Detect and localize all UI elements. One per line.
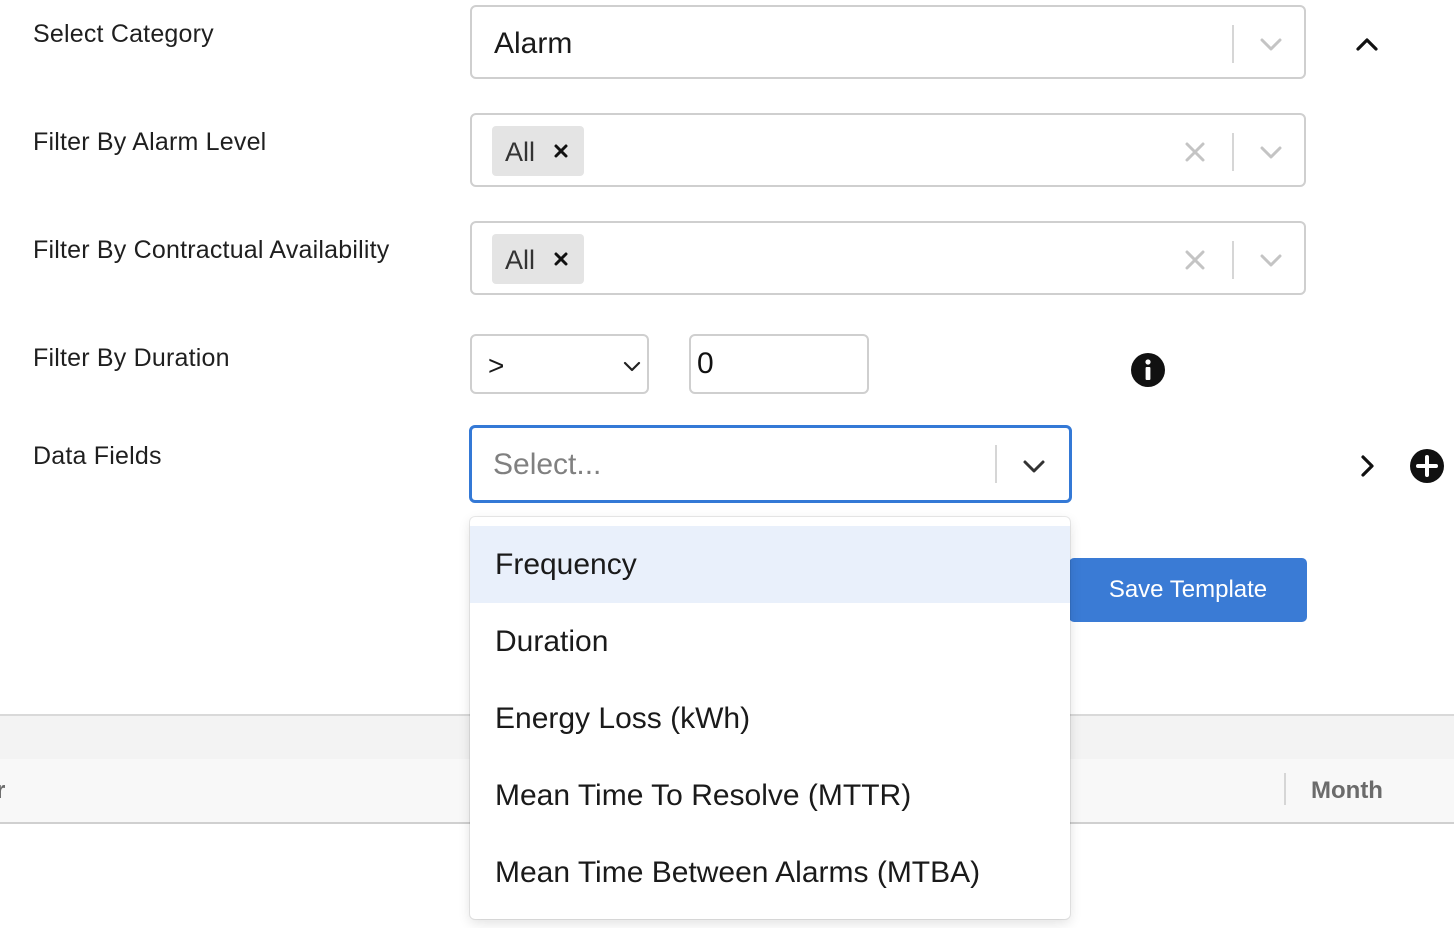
duration-operator-select[interactable]: > [470,334,649,394]
table-column-header[interactable]: r [0,777,5,805]
info-icon[interactable] [1130,352,1166,388]
save-template-button[interactable]: Save Template [1069,558,1307,622]
data-fields-select[interactable]: Select... [469,425,1072,503]
data-fields-label: Data Fields [33,442,162,470]
category-select-separator [1232,25,1234,63]
plus-circle-icon[interactable] [1409,448,1445,484]
remove-chip-icon[interactable] [551,249,571,269]
data-fields-separator [995,445,997,483]
alarm-level-separator [1232,133,1234,171]
chevron-up-icon[interactable] [1354,31,1380,57]
data-fields-placeholder: Select... [493,448,602,481]
duration-operator-value: > [488,350,505,381]
chevron-down-icon[interactable] [1257,246,1285,274]
menu-option-frequency[interactable]: Frequency [470,526,1070,603]
alarm-level-label: Filter By Alarm Level [33,128,267,156]
duration-label: Filter By Duration [33,344,230,372]
data-fields-menu: Frequency Duration Energy Loss (kWh) Mea… [470,517,1070,919]
chevron-down-icon[interactable] [1257,30,1285,58]
menu-option-mttr[interactable]: Mean Time To Resolve (MTTR) [470,757,1070,834]
category-select[interactable]: Alarm [470,5,1306,79]
menu-option-energy-loss[interactable]: Energy Loss (kWh) [470,680,1070,757]
contractual-availability-label: Filter By Contractual Availability [33,236,390,264]
chevron-right-icon[interactable] [1354,453,1380,479]
chevron-down-icon[interactable] [1257,138,1285,166]
contractual-availability-select[interactable]: All [470,221,1306,295]
chevron-down-icon [623,361,641,372]
contractual-availability-chip-label: All [505,245,536,275]
remove-chip-icon[interactable] [551,141,571,161]
alarm-level-chip-label: All [505,137,536,167]
clear-icon[interactable] [1180,137,1210,167]
duration-value-input[interactable] [689,334,869,394]
alarm-level-chip: All [492,126,584,176]
contractual-availability-chip: All [492,234,584,284]
menu-option-mtba[interactable]: Mean Time Between Alarms (MTBA) [470,834,1070,911]
alarm-level-select[interactable]: All [470,113,1306,187]
contractual-availability-separator [1232,241,1234,279]
category-select-value: Alarm [494,27,573,60]
select-category-label: Select Category [33,20,214,48]
table-column-separator[interactable] [1284,773,1286,805]
chevron-down-icon[interactable] [1020,452,1048,480]
table-column-header-month[interactable]: Month [1311,777,1383,805]
clear-icon[interactable] [1180,245,1210,275]
menu-option-duration[interactable]: Duration [470,603,1070,680]
